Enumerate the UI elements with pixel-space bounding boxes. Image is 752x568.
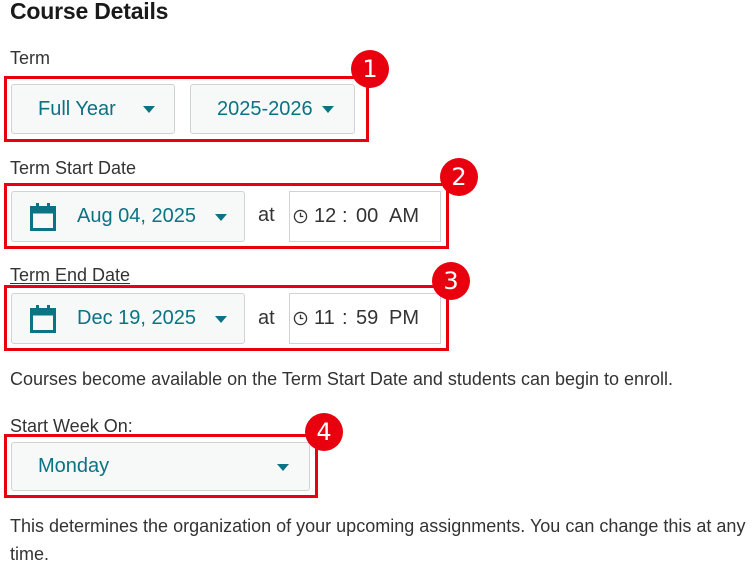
start-week-value: Monday	[38, 455, 110, 477]
end-hour-field[interactable]: 11	[314, 307, 335, 330]
annotation-badge-2: 2	[440, 158, 478, 196]
clock-icon	[293, 311, 308, 326]
at-label: at	[258, 307, 275, 329]
end-minute-field[interactable]: 59	[356, 307, 378, 330]
page-title: Course Details	[10, 0, 169, 24]
start-week-dropdown[interactable]: Monday	[11, 442, 310, 491]
annotation-badge-1: 1	[351, 50, 389, 88]
start-week-note: This determines the organization of your…	[10, 516, 746, 564]
caret-down-icon	[143, 106, 155, 113]
calendar-icon	[30, 203, 56, 231]
term-end-time-input[interactable]: 11 : 59 PM	[289, 293, 441, 344]
at-label: at	[258, 204, 275, 226]
start-week-label: Start Week On:	[10, 416, 133, 436]
term-end-date-label: Term End Date	[10, 265, 131, 285]
annotation-badge-4: 4	[305, 413, 343, 451]
annotation-badge-3: 3	[432, 262, 470, 300]
term-start-date-picker[interactable]: Aug 04, 2025	[11, 191, 245, 242]
term-period-dropdown[interactable]: Full Year	[11, 84, 175, 134]
start-hour-field[interactable]: 12	[314, 205, 336, 228]
start-minute-field[interactable]: 00	[356, 205, 378, 228]
term-label: Term	[10, 48, 50, 68]
clock-icon	[293, 209, 308, 224]
term-start-date-label: Term Start Date	[10, 158, 137, 178]
term-start-time-input[interactable]: 12 : 00 AM	[289, 191, 441, 242]
availability-note: Courses become available on the Term Sta…	[10, 369, 674, 389]
term-start-date-value: Aug 04, 2025	[77, 205, 196, 227]
term-year-value: 2025-2026	[217, 97, 313, 120]
start-ampm-field[interactable]: AM	[389, 205, 419, 228]
term-period-value: Full Year	[38, 97, 116, 120]
time-separator: :	[342, 307, 348, 329]
calendar-icon	[30, 305, 56, 333]
caret-down-icon	[215, 214, 227, 221]
term-end-date-value: Dec 19, 2025	[77, 307, 196, 329]
caret-down-icon	[215, 316, 227, 323]
caret-down-icon	[322, 106, 334, 113]
caret-down-icon	[277, 464, 289, 471]
term-year-dropdown[interactable]: 2025-2026	[190, 84, 355, 134]
time-separator: :	[342, 205, 348, 227]
end-ampm-field[interactable]: PM	[389, 307, 419, 330]
term-end-date-picker[interactable]: Dec 19, 2025	[11, 293, 245, 344]
